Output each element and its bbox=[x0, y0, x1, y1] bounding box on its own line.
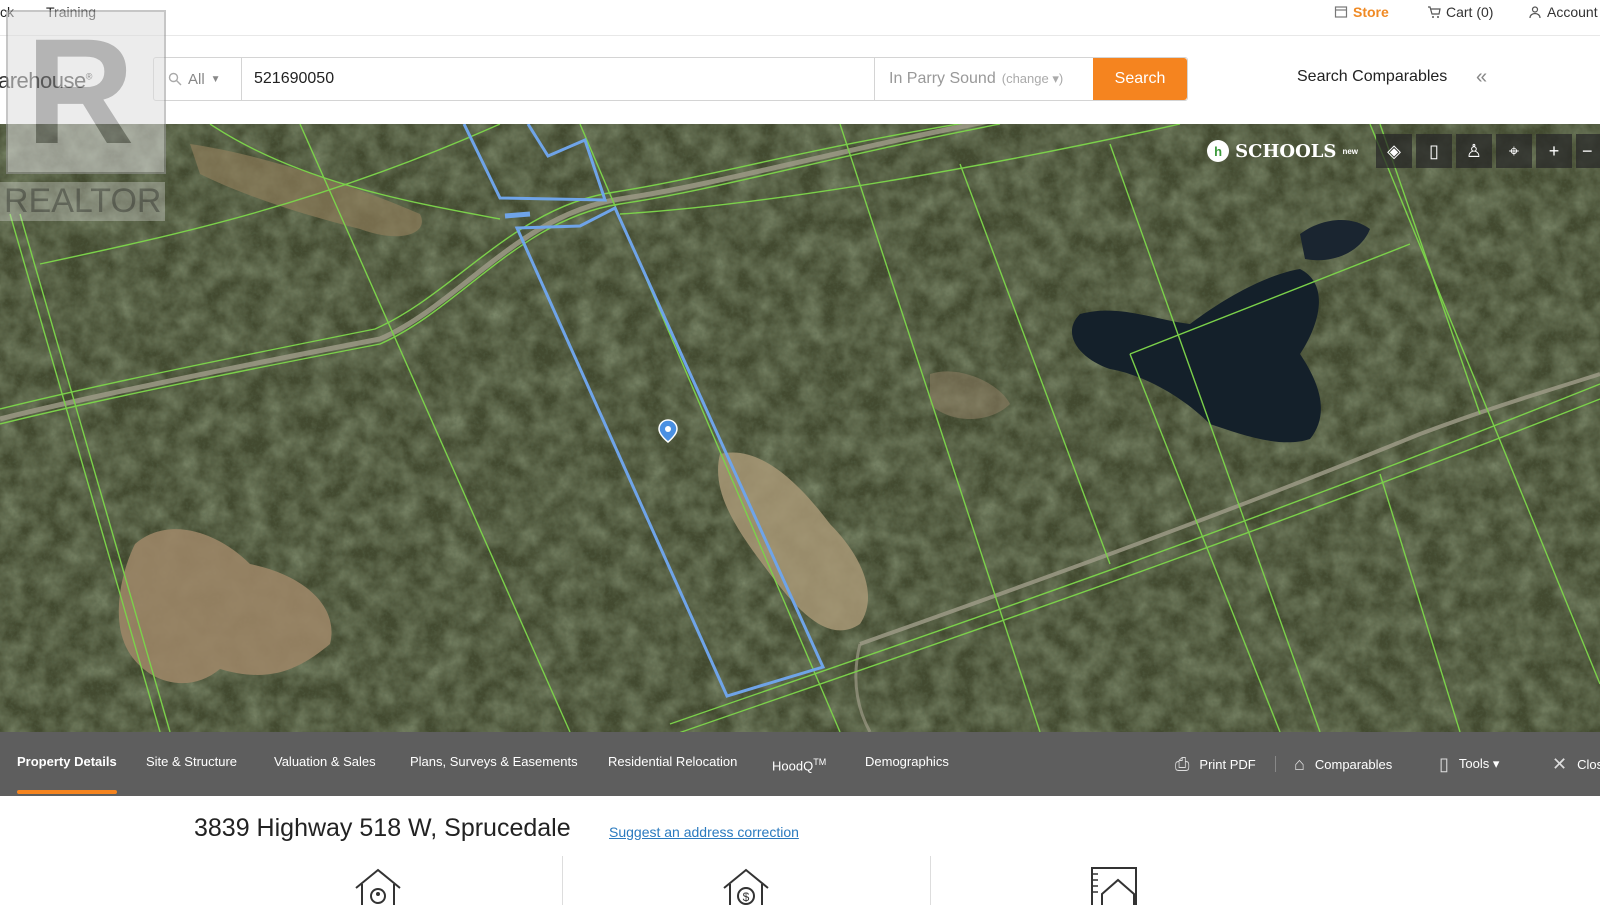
brand-reg: ® bbox=[85, 71, 93, 82]
search-icon bbox=[168, 72, 182, 86]
collapse-panel-icon[interactable]: « bbox=[1476, 66, 1487, 89]
divider bbox=[1275, 756, 1276, 772]
property-tab-bar: Property Details Site & Structure Valuat… bbox=[0, 732, 1600, 796]
search-input[interactable] bbox=[242, 58, 875, 100]
tab-plans-surveys[interactable]: Plans, Surveys & Easements bbox=[410, 732, 578, 796]
property-content: 3839 Highway 518 W, Sprucedale Suggest a… bbox=[0, 796, 1600, 905]
zoom-out-icon[interactable]: − bbox=[1576, 134, 1600, 168]
suggest-correction-link[interactable]: Suggest an address correction bbox=[609, 824, 799, 840]
search-button[interactable]: Search bbox=[1093, 58, 1187, 100]
close-label: Clos bbox=[1577, 756, 1600, 772]
close-icon: ✕ bbox=[1552, 753, 1568, 774]
nav-link-partial[interactable]: ck bbox=[0, 4, 14, 20]
house-person-icon[interactable] bbox=[352, 866, 404, 905]
search-area-label: In Parry Sound bbox=[889, 70, 996, 87]
zoom-in-icon[interactable]: + bbox=[1536, 134, 1572, 168]
street-view-icon[interactable]: ♙ bbox=[1456, 134, 1492, 168]
houses-icon: ⌂ bbox=[1294, 753, 1305, 774]
search-scope-dropdown[interactable]: All ▼ bbox=[154, 58, 242, 100]
comparables-label: Comparables bbox=[1314, 756, 1393, 772]
cart-label: Cart (0) bbox=[1446, 4, 1494, 20]
nav-link-training[interactable]: Training bbox=[46, 4, 96, 20]
printer-icon: ⎙ bbox=[1175, 753, 1190, 774]
tab-valuation-sales[interactable]: Valuation & Sales bbox=[274, 732, 376, 796]
brand-text: arehouse bbox=[0, 68, 86, 93]
layers-icon[interactable]: ◈ bbox=[1376, 134, 1412, 168]
store-label: Store bbox=[1353, 4, 1389, 20]
comparables-button[interactable]: ⌂ Comparables bbox=[1294, 732, 1392, 796]
locate-icon[interactable]: ⌖ bbox=[1496, 134, 1532, 168]
map-toolbar: h SCHOOLS new ◈ ▯ ♙ ⌖ + − bbox=[1207, 134, 1600, 168]
tab-hoodq-label: HoodQ bbox=[772, 758, 814, 774]
divider bbox=[562, 856, 563, 905]
tab-hoodq[interactable]: HoodQTM bbox=[772, 732, 826, 796]
brand-logo[interactable]: arehouse® bbox=[0, 68, 92, 94]
schools-new-badge: new bbox=[1342, 146, 1358, 156]
map-icon[interactable]: ▯ bbox=[1416, 134, 1452, 168]
top-bar: ck Training Store Cart (0) Account bbox=[0, 0, 1600, 36]
close-button[interactable]: ✕ Clos bbox=[1552, 732, 1600, 796]
house-dollar-icon[interactable]: $ bbox=[720, 866, 772, 905]
map-view[interactable]: h SCHOOLS new ◈ ▯ ♙ ⌖ + − bbox=[0, 124, 1600, 732]
search-scope-label: All bbox=[188, 70, 205, 88]
store-icon bbox=[1334, 6, 1348, 18]
search-comparables-link[interactable]: Search Comparables bbox=[1297, 68, 1447, 86]
tools-label: Tools ▾ bbox=[1458, 756, 1500, 771]
tab-site-structure[interactable]: Site & Structure bbox=[146, 732, 237, 796]
tools-dropdown[interactable]: ▯ Tools ▾ bbox=[1439, 732, 1499, 796]
tab-hoodq-tm: TM bbox=[813, 757, 827, 767]
account-link[interactable]: Account bbox=[1528, 4, 1598, 20]
schools-layer-toggle[interactable]: h SCHOOLS new bbox=[1207, 140, 1358, 162]
print-pdf-button[interactable]: ⎙ Print PDF bbox=[1175, 732, 1256, 796]
account-label: Account bbox=[1547, 4, 1598, 20]
store-link[interactable]: Store bbox=[1334, 4, 1389, 20]
ruler-icon: ▯ bbox=[1439, 753, 1449, 774]
search-row: arehouse® All ▼ In Parry Sound (change ▾… bbox=[0, 36, 1600, 124]
chevron-down-icon: ▼ bbox=[210, 73, 221, 85]
tab-property-details[interactable]: Property Details bbox=[17, 732, 117, 796]
schools-logo-icon: h bbox=[1207, 140, 1230, 162]
search-box: All ▼ In Parry Sound (change ▾) Search bbox=[153, 57, 1188, 101]
svg-text:$: $ bbox=[743, 890, 750, 904]
user-icon bbox=[1529, 6, 1541, 19]
search-area-selector[interactable]: In Parry Sound (change ▾) bbox=[875, 58, 1093, 100]
print-pdf-label: Print PDF bbox=[1199, 756, 1256, 772]
schools-label: SCHOOLS bbox=[1235, 140, 1337, 162]
tab-demographics[interactable]: Demographics bbox=[865, 732, 949, 796]
divider bbox=[930, 856, 931, 905]
cart-link[interactable]: Cart (0) bbox=[1427, 4, 1493, 20]
satellite-map bbox=[0, 124, 1600, 732]
house-plan-icon[interactable] bbox=[1088, 866, 1140, 905]
change-area-link[interactable]: (change ▾) bbox=[1002, 71, 1063, 87]
cart-icon bbox=[1428, 6, 1441, 18]
property-address: 3839 Highway 518 W, Sprucedale bbox=[194, 814, 571, 842]
tab-residential-relocation[interactable]: Residential Relocation bbox=[608, 732, 737, 796]
